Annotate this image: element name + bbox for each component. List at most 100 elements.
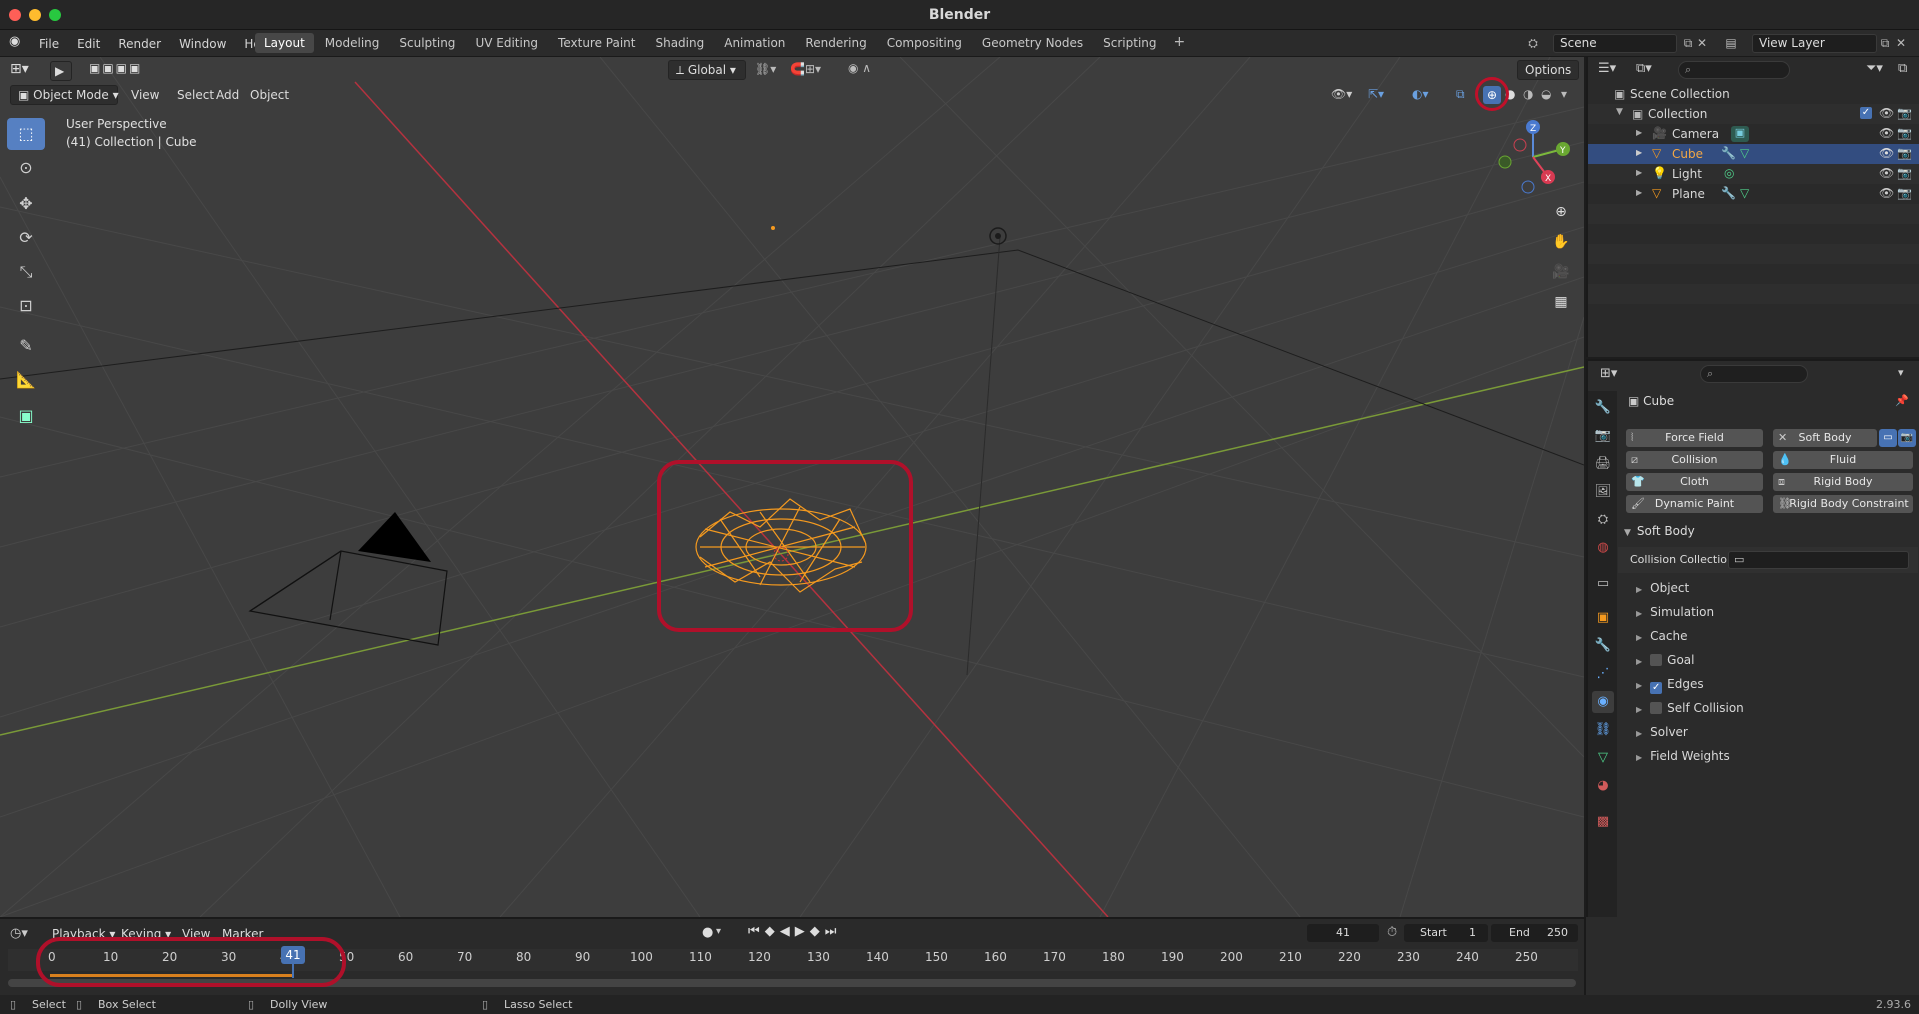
timeline-editor-icon[interactable]: ◷▾ xyxy=(10,926,28,941)
mesh-data-icon[interactable]: ▽ xyxy=(1740,186,1749,200)
dynamic-paint-button[interactable]: 🖌 Dynamic Paint xyxy=(1626,495,1763,513)
record-keyframe-icon[interactable]: ● xyxy=(702,925,713,940)
new-collection-icon[interactable]: ⧉ xyxy=(1898,61,1907,76)
tab-texture-paint[interactable]: Texture Paint xyxy=(549,33,644,53)
annotate-tool-icon[interactable]: ✎ xyxy=(7,330,45,362)
visibility-eye-icon[interactable]: 👁 xyxy=(1879,126,1894,140)
rotate-tool-icon[interactable]: ⟳ xyxy=(7,222,45,254)
tab-rendering[interactable]: Rendering xyxy=(796,33,875,53)
outliner-item-cube[interactable]: ▶ ▽ Cube 🔧 ▽ 👁 📷 xyxy=(1588,144,1919,164)
self-collision-checkbox[interactable] xyxy=(1650,702,1663,714)
rigid-body-constraint-button[interactable]: ⛓ Rigid Body Constraint xyxy=(1773,495,1913,513)
play-reverse-icon[interactable]: ◀ xyxy=(780,924,795,939)
object-mode-dropdown[interactable]: ▣ Object Mode ▾ xyxy=(10,85,119,105)
particles-tab-icon[interactable]: ⋰ xyxy=(1592,663,1614,685)
world-tab-icon[interactable]: ◍ xyxy=(1592,537,1614,559)
transform-tool-icon[interactable]: ⊡ xyxy=(7,290,45,322)
tab-scripting[interactable]: Scripting xyxy=(1094,33,1165,53)
tab-shading[interactable]: Shading xyxy=(646,33,713,53)
expand-arrow-icon[interactable]: ▶ xyxy=(1636,148,1642,157)
view-menu[interactable]: View xyxy=(131,88,159,102)
properties-editor-icon[interactable]: ⊞▾ xyxy=(1600,366,1617,381)
render-tab-icon[interactable]: 📷 xyxy=(1592,425,1614,447)
3d-viewport[interactable]: ⊞▾ ▶ ▣▣▣▣ ⟂ Global ▾ ⛓▾ 🧲⊞▾ ◉ ∧ Options … xyxy=(0,57,1584,917)
subpanel-field-weights[interactable]: ▶ Field Weights xyxy=(1636,749,1730,763)
outliner-search-input[interactable]: ⌕ xyxy=(1678,61,1790,79)
material-tab-icon[interactable]: ◕ xyxy=(1592,775,1614,797)
shading-options-icon[interactable]: ▾ xyxy=(1561,87,1567,101)
subpanel-edges[interactable]: ▶ ✓ Edges xyxy=(1636,677,1704,694)
expand-arrow-icon[interactable]: ▶ xyxy=(1636,168,1642,177)
tool-tab-icon[interactable]: 🔧 xyxy=(1592,397,1614,419)
material-shading-icon[interactable]: ◑ xyxy=(1523,87,1533,101)
pivot-point-icon[interactable]: ⛓▾ xyxy=(755,62,776,76)
menu-edit[interactable]: Edit xyxy=(68,37,109,51)
tab-geometry-nodes[interactable]: Geometry Nodes xyxy=(973,33,1092,53)
delete-view-layer-icon[interactable]: ✕ xyxy=(1892,34,1910,52)
constraints-tab-icon[interactable]: ⛓ xyxy=(1592,719,1614,741)
move-tool-icon[interactable]: ✥ xyxy=(7,188,45,220)
transform-orientation-dropdown[interactable]: ⟂ Global ▾ xyxy=(668,60,746,80)
visibility-eye-icon[interactable]: 👁 xyxy=(1879,146,1894,160)
render-camera-icon[interactable]: 📷 xyxy=(1897,126,1912,140)
selection-mode-icons[interactable]: ▣▣▣▣ xyxy=(89,61,142,75)
proportional-edit-icon[interactable]: ◉ ∧ xyxy=(848,61,871,75)
xray-icon[interactable]: ⧉ xyxy=(1456,87,1465,102)
rigid-body-button[interactable]: ⧈ Rigid Body xyxy=(1773,473,1913,491)
light-data-icon[interactable]: ◎ xyxy=(1724,166,1734,180)
options-button[interactable]: Options xyxy=(1517,60,1579,80)
outliner-item-camera[interactable]: ▶ 🎥 Camera ▣ 👁 📷 xyxy=(1588,124,1919,144)
output-tab-icon[interactable]: 🖨 xyxy=(1592,453,1614,475)
next-keyframe-icon[interactable]: ◆ xyxy=(810,924,825,939)
ortho-grid-icon[interactable]: ▦ xyxy=(1550,291,1572,313)
scene-tab-icon[interactable]: ⛭ xyxy=(1592,509,1614,531)
scale-tool-icon[interactable]: ⤡ xyxy=(7,256,45,288)
snap-icon[interactable]: 🧲⊞▾ xyxy=(790,62,821,76)
edges-checkbox[interactable]: ✓ xyxy=(1650,682,1663,694)
gizmo-icon[interactable]: ⇱▾ xyxy=(1368,87,1384,101)
add-workspace-icon[interactable]: + xyxy=(1168,33,1192,53)
overlays-icon[interactable]: ◐▾ xyxy=(1412,87,1429,101)
visibility-eye-icon[interactable]: 👁 xyxy=(1879,106,1894,120)
visibility-eye-icon[interactable]: 👁 xyxy=(1879,166,1894,180)
render-camera-icon[interactable]: 📷 xyxy=(1897,186,1912,200)
view-layer-tab-icon[interactable]: 🖼 xyxy=(1592,481,1614,503)
soft-body-panel-header[interactable]: ▼ Soft Body xyxy=(1624,524,1914,544)
properties-search-input[interactable]: ⌕ xyxy=(1700,365,1808,383)
render-camera-icon[interactable]: 📷 xyxy=(1897,166,1912,180)
add-cube-tool-icon[interactable]: ▣ xyxy=(7,400,45,432)
add-menu[interactable]: Add xyxy=(216,88,239,102)
measure-tool-icon[interactable]: 📐 xyxy=(7,364,45,396)
outliner-editor-icon[interactable]: ☰▾ xyxy=(1598,61,1616,76)
tab-modeling[interactable]: Modeling xyxy=(316,33,389,53)
menu-window[interactable]: Window xyxy=(170,37,235,51)
modifier-wrench-icon[interactable]: 🔧 xyxy=(1721,186,1736,200)
display-mode-icon[interactable]: ⧉▾ xyxy=(1636,61,1652,76)
properties-options-icon[interactable]: ▾ xyxy=(1898,366,1904,379)
collision-button[interactable]: ⧄ Collision xyxy=(1626,451,1763,469)
physics-tab-icon[interactable]: ◉ xyxy=(1592,691,1614,713)
modifier-wrench-icon[interactable]: 🔧 xyxy=(1721,146,1736,160)
scene-collection-row[interactable]: ▣ Scene Collection xyxy=(1588,84,1919,104)
outliner-item-light[interactable]: ▶ 💡 Light ◎ 👁 📷 xyxy=(1588,164,1919,184)
subpanel-self-collision[interactable]: ▶ Self Collision xyxy=(1636,701,1744,715)
collection-row[interactable]: ▼ ▣ Collection ✓ 👁 📷 xyxy=(1588,104,1919,124)
camera-view-icon[interactable]: 🎥 xyxy=(1550,261,1572,283)
pin-icon[interactable]: 📌 xyxy=(1895,394,1909,407)
delete-scene-icon[interactable]: ✕ xyxy=(1693,34,1711,52)
cursor-tool-icon[interactable]: ⊙ xyxy=(7,152,45,184)
collision-collection-field[interactable]: ▭ xyxy=(1728,551,1909,569)
collection-exclude-checkbox[interactable]: ✓ xyxy=(1860,107,1872,119)
goal-checkbox[interactable] xyxy=(1650,654,1663,666)
tab-compositing[interactable]: Compositing xyxy=(878,33,971,53)
visibility-icon[interactable]: 👁▾ xyxy=(1331,87,1352,101)
menu-render[interactable]: Render xyxy=(109,37,170,51)
expand-arrow-icon[interactable]: ▶ xyxy=(1636,188,1642,197)
navigation-gizmo[interactable]: Z Y X xyxy=(1490,117,1576,197)
jump-start-icon[interactable]: ⏮ xyxy=(748,924,765,939)
subpanel-object[interactable]: ▶ Object xyxy=(1636,581,1689,595)
select-menu[interactable]: Select xyxy=(177,88,214,102)
scene-icon[interactable]: ⛭ xyxy=(1524,34,1542,52)
rendered-shading-icon[interactable]: ◒ xyxy=(1541,87,1551,101)
render-camera-icon[interactable]: 📷 xyxy=(1897,146,1912,160)
